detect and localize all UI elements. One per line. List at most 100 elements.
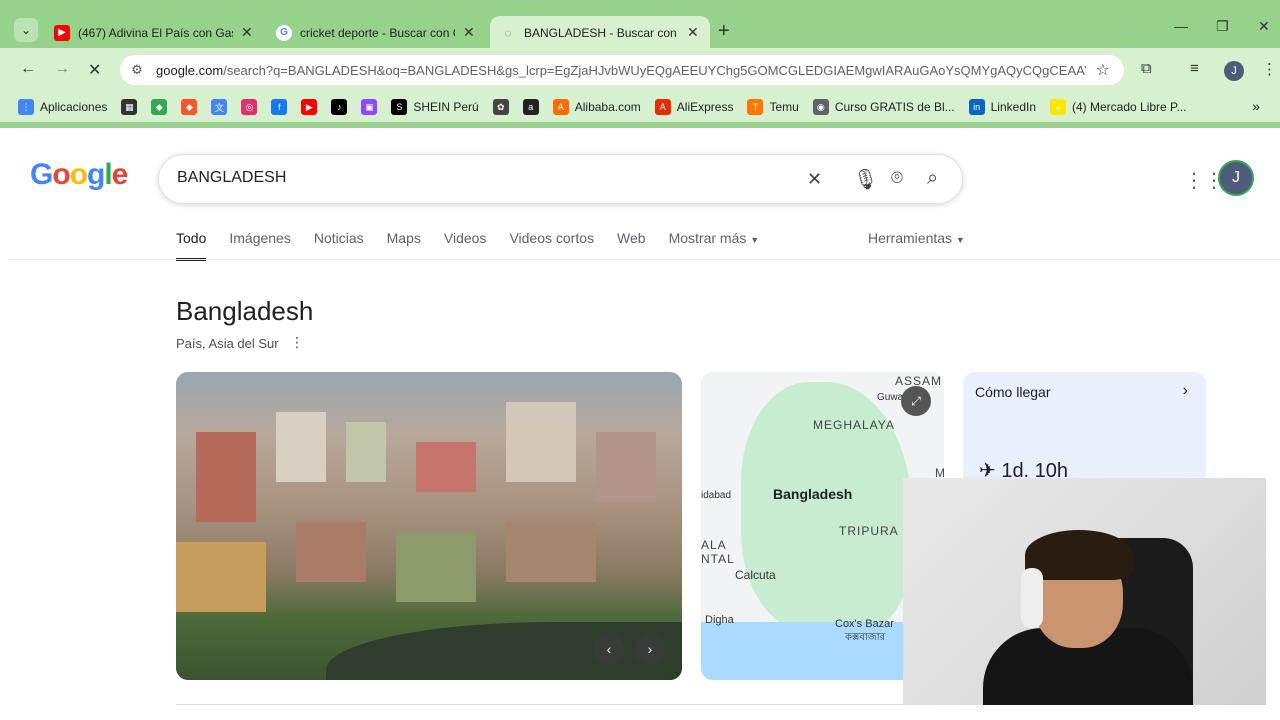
map-label: idabad — [701, 490, 732, 501]
logo-letter: o — [52, 158, 70, 191]
bookmark-label: Alibaba.com — [574, 100, 641, 114]
forward-icon[interactable]: → — [54, 60, 70, 78]
map-label: Cox's Bazar — [835, 618, 894, 630]
photo-building — [346, 422, 386, 482]
account-avatar[interactable]: J — [1218, 160, 1254, 196]
knowledge-panel-title: Bangladesh — [176, 296, 314, 326]
bookmark-item[interactable]: ◆ — [151, 99, 168, 115]
microphone-icon[interactable]: 🎙 — [853, 167, 878, 192]
bookmark-label: SHEIN Perú — [413, 100, 479, 114]
bookmark-item[interactable]: a — [522, 99, 539, 115]
facebook-icon: f — [271, 99, 288, 115]
bookmark-item[interactable]: ♪ — [331, 99, 348, 115]
map-label: NTAL — [701, 552, 735, 566]
linkedin-icon: in — [968, 99, 985, 115]
city-photo[interactable]: ‹ › — [176, 372, 682, 680]
tab-title: (467) Adivina El País con Gaspi — [78, 25, 233, 40]
bookmark-star-icon[interactable]: ☆ — [1096, 60, 1110, 80]
bookmark-item[interactable]: ▶ — [301, 99, 318, 115]
tab-imagenes[interactable]: Imágenes — [229, 230, 290, 261]
tab-videos[interactable]: Videos — [444, 230, 487, 261]
divider — [176, 704, 903, 705]
photo-building — [396, 532, 476, 602]
bookmark-label: (4) Mercado Libre P... — [1072, 100, 1187, 114]
tab-mostrar-mas[interactable]: Mostrar más ▼ — [669, 230, 760, 261]
bookmark-label: Curso GRATIS de Bl... — [834, 100, 955, 114]
expand-map-icon[interactable]: ⤢ — [901, 386, 931, 416]
carousel-next-icon[interactable]: › — [635, 634, 665, 664]
bookmark-item[interactable]: ▣ — [361, 99, 378, 115]
bookmark-item[interactable]: 文 — [211, 99, 228, 115]
menu-kebab-icon[interactable]: ⋮ — [1262, 60, 1277, 78]
search-icon[interactable]: ⌕ — [927, 167, 938, 190]
grid-icon: ▦ — [121, 99, 138, 115]
close-tab-icon[interactable]: ✕ — [463, 24, 475, 41]
bookmark-item[interactable]: ✿ — [492, 99, 509, 115]
bookmark-item[interactable]: f — [271, 99, 288, 115]
close-tab-icon[interactable]: ✕ — [687, 24, 699, 41]
bookmark-item[interactable]: ◎ — [241, 99, 258, 115]
bookmark-item[interactable]: A Alibaba.com — [552, 99, 641, 115]
tab-title: cricket deporte - Buscar con Goo — [300, 25, 455, 40]
bookmark-item[interactable]: ⋮ Aplicaciones — [18, 99, 107, 115]
photo-building — [176, 542, 266, 612]
lens-icon[interactable]: ⌾ — [891, 167, 903, 190]
amazon-icon: a — [522, 99, 539, 115]
back-icon[interactable]: ← — [20, 60, 36, 78]
map-label: Bangladesh — [773, 486, 853, 502]
tab-cricket[interactable]: G cricket deporte - Buscar con Goo ✕ — [266, 16, 485, 49]
bookmark-item[interactable]: T Temu — [747, 99, 799, 115]
google-logo[interactable]: Google — [30, 158, 129, 192]
bookmark-item[interactable]: ◒ (4) Mercado Libre P... — [1050, 99, 1187, 115]
tab-noticias[interactable]: Noticias — [314, 230, 364, 261]
url-text[interactable]: google.com/search?q=BANGLADESH&oq=BANGLA… — [156, 63, 1086, 78]
tab-bangladesh[interactable]: ◌ BANGLADESH - Buscar con Goo ✕ — [490, 16, 710, 49]
media-controls-icon[interactable]: ≡ — [1190, 60, 1199, 77]
address-bar[interactable]: ⚙ google.com/search?q=BANGLADESH&oq=BANG… — [120, 55, 1124, 85]
loading-icon: ◌ — [504, 25, 512, 40]
photo-building — [506, 402, 576, 482]
search-input[interactable] — [177, 169, 777, 187]
bookmark-item[interactable]: ◉ Curso GRATIS de Bl... — [812, 99, 955, 115]
close-tab-icon[interactable]: ✕ — [241, 24, 253, 41]
map-label: ALA — [701, 538, 727, 552]
bookmark-item[interactable]: ▦ — [121, 99, 138, 115]
tab-youtube[interactable]: ▶ (467) Adivina El País con Gaspi ✕ — [44, 16, 263, 49]
clear-icon[interactable]: ✕ — [807, 169, 822, 190]
search-box[interactable]: ✕ 🎙 ⌾ ⌕ — [158, 154, 963, 204]
more-bookmarks-icon[interactable]: » — [1252, 98, 1260, 114]
tab-videos-cortos[interactable]: Videos cortos — [509, 230, 594, 261]
carousel-prev-icon[interactable]: ‹ — [594, 634, 624, 664]
url-host: google.com — [156, 62, 224, 78]
browser-chrome: ⌄ ▶ (467) Adivina El País con Gaspi ✕ G … — [0, 0, 1280, 128]
tab-maps[interactable]: Maps — [387, 230, 421, 261]
tab-search-button[interactable]: ⌄ — [14, 18, 38, 42]
extensions-icon[interactable]: ⧉ — [1141, 60, 1152, 77]
bookmark-label: LinkedIn — [990, 100, 1036, 114]
bookmark-item[interactable]: in LinkedIn — [968, 99, 1036, 115]
tools-button[interactable]: Herramientas ▼ — [868, 230, 965, 246]
restore-icon[interactable]: ❐ — [1216, 18, 1229, 35]
url-path: /search?q=BANGLADESH&oq=BANGLADESH&gs_lc… — [223, 62, 1086, 78]
bookmark-item[interactable]: S SHEIN Perú — [391, 99, 479, 115]
close-window-icon[interactable]: ✕ — [1258, 18, 1270, 35]
logo-letter: e — [111, 158, 129, 191]
stop-loading-icon[interactable]: ✕ — [88, 60, 101, 80]
profile-avatar[interactable]: J — [1224, 61, 1244, 81]
bookmark-item[interactable]: A AliExpress — [654, 99, 733, 115]
alibaba-icon: A — [552, 99, 569, 115]
more-options-icon[interactable]: ⋮ — [290, 334, 304, 351]
shein-icon: S — [391, 99, 408, 115]
tab-web[interactable]: Web — [617, 230, 646, 261]
tab-todo[interactable]: Todo — [176, 230, 207, 261]
youtube-icon: ▶ — [54, 24, 70, 41]
maps-icon: ◆ — [151, 99, 168, 115]
translate-icon: 文 — [211, 99, 228, 115]
bookmarks-bar: ⋮ Aplicaciones ▦ ◆ ◆ 文 ◎ f ▶ ♪ ▣ S SHEIN Perú ✿ a A Alib… — [0, 92, 1280, 122]
search-results-page: Google ✕ 🎙 ⌾ ⌕ ⋮⋮⋮ J Todo Imágenes Notic… — [0, 128, 1280, 720]
bookmark-item[interactable]: ◆ — [181, 99, 198, 115]
minimize-icon[interactable]: — — [1174, 18, 1188, 34]
site-info-icon[interactable]: ⚙ — [124, 62, 150, 78]
map-label: কক্সবাজার — [845, 632, 886, 643]
new-tab-button[interactable]: + — [718, 20, 730, 43]
